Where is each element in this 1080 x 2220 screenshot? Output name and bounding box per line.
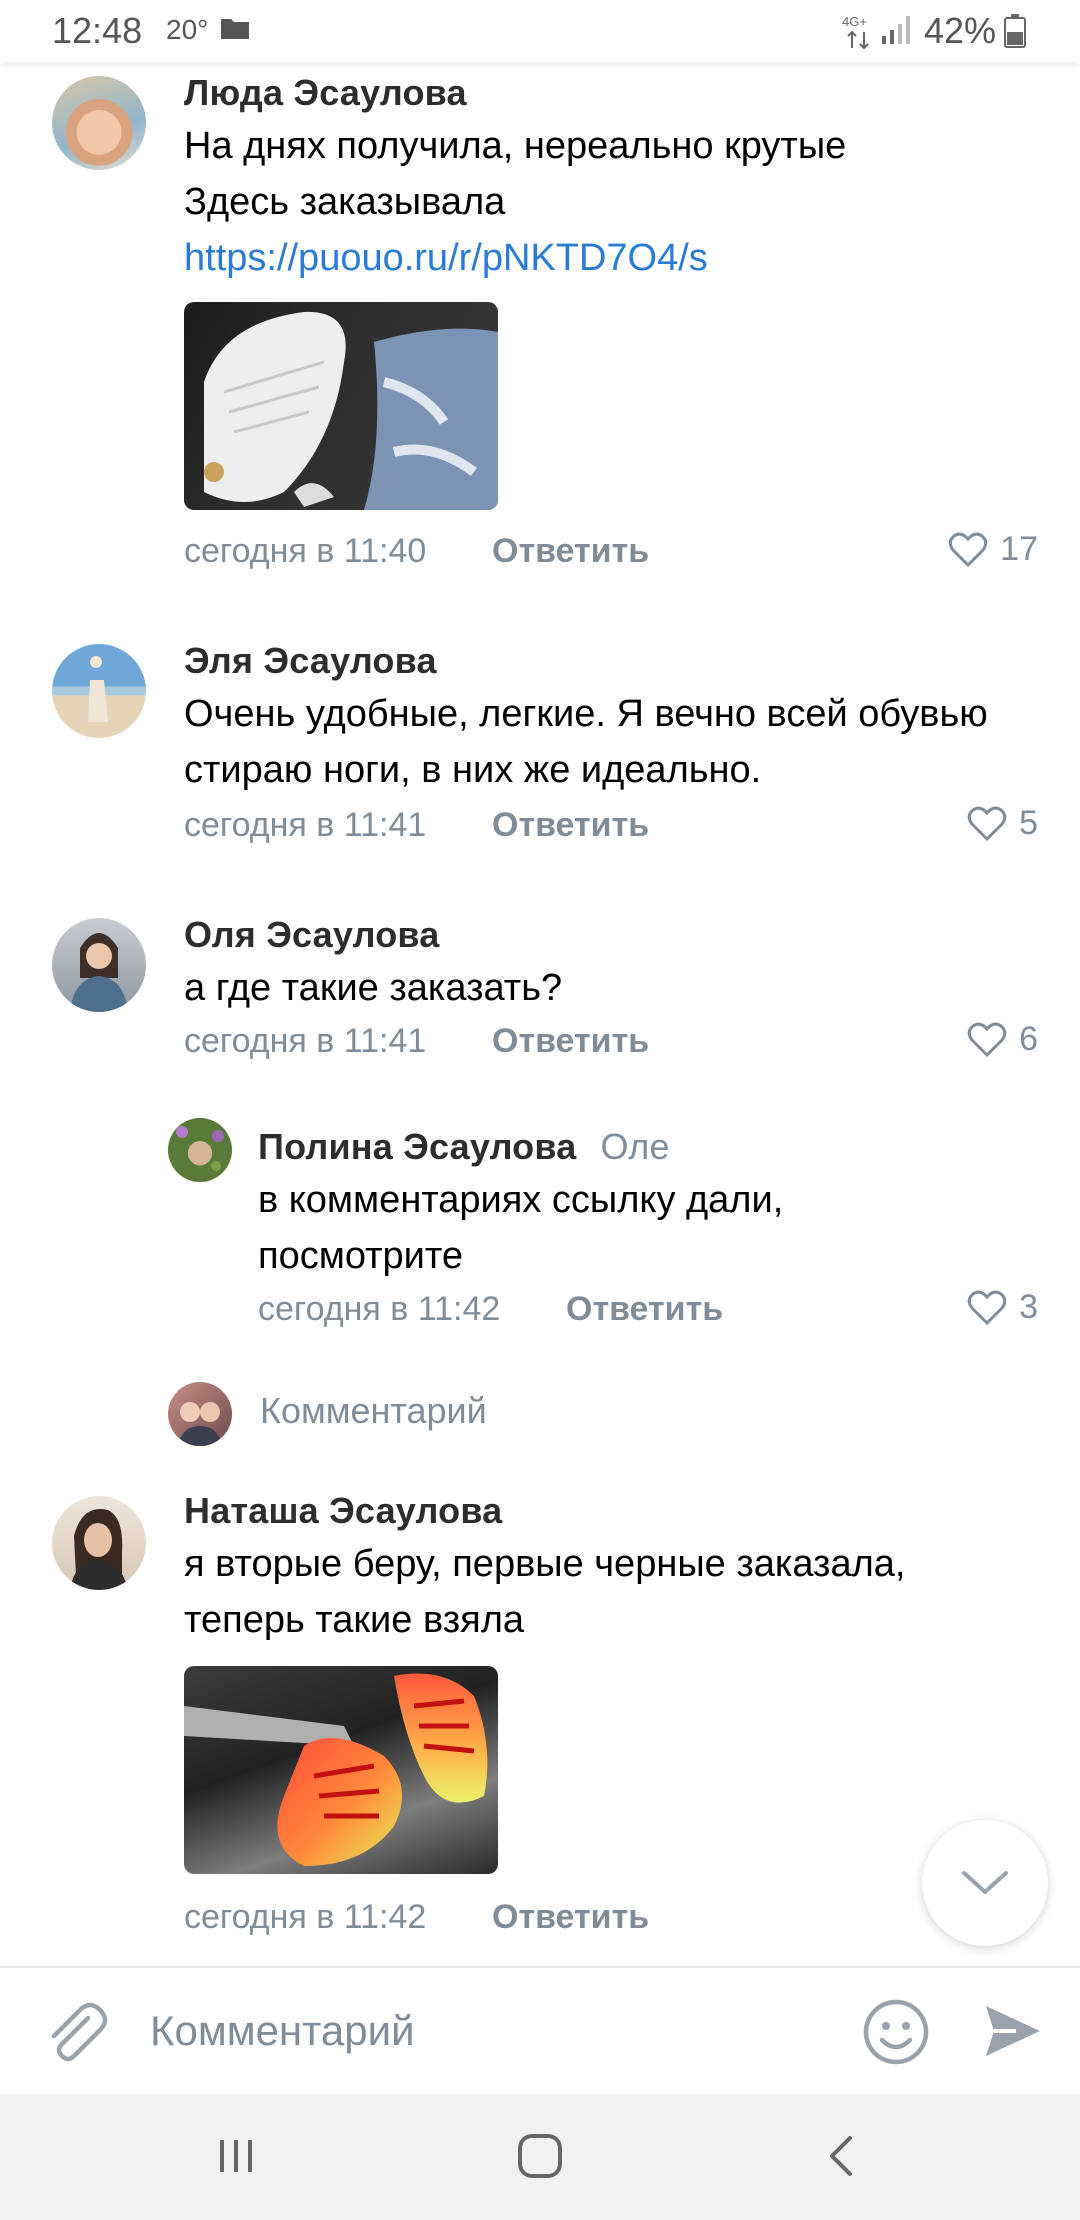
reply-button[interactable]: Ответить — [566, 1290, 723, 1329]
comment-text-prefix: Здесь заказывала — [184, 181, 506, 223]
battery-icon — [1004, 14, 1026, 48]
heart-icon — [967, 806, 1007, 841]
comment-time: сегодня в 11:40 — [184, 532, 427, 570]
send-icon[interactable] — [982, 2000, 1044, 2062]
like-count: 3 — [1019, 1288, 1038, 1326]
comment-time: сегодня в 11:41 — [184, 806, 427, 844]
comment-link[interactable]: https://puouo.ru/r/pNKTD7O4/s — [184, 237, 708, 279]
avatar[interactable] — [52, 76, 146, 170]
home-icon[interactable] — [510, 2126, 570, 2186]
avatar[interactable] — [168, 1118, 232, 1182]
folder-icon — [221, 19, 249, 39]
author-name[interactable]: Полина Эсаулова — [258, 1126, 576, 1167]
emoji-icon[interactable] — [862, 1998, 930, 2066]
like-button[interactable]: 5 — [967, 804, 1038, 843]
comment-time: сегодня в 11:41 — [184, 1022, 427, 1060]
sneaker-image — [204, 311, 498, 510]
avatar[interactable] — [52, 918, 146, 1012]
status-temperature: 20° — [166, 14, 209, 45]
signal-icon — [882, 16, 910, 44]
comment-input[interactable] — [150, 1996, 810, 2066]
comment-time: сегодня в 11:42 — [258, 1290, 501, 1328]
status-time: 12:48 — [52, 10, 143, 51]
comment-text: Очень удобные, легкие. Я вечно всей обув… — [184, 693, 988, 791]
heart-icon — [967, 1022, 1007, 1057]
thread-comment-prompt[interactable]: Комментарий — [260, 1390, 487, 1432]
comment-text: я вторые беру, первые черные заказала, т… — [184, 1543, 906, 1641]
comment-text: в комментариях ссылку дали, посмотрите — [258, 1179, 784, 1277]
comment-photo[interactable] — [184, 302, 498, 510]
comment-author[interactable]: Оля Эсаулова — [184, 914, 440, 956]
comment-text-line: На днях получила, нереально крутые — [184, 125, 847, 167]
comment-author[interactable]: Наташа Эсаулова — [184, 1490, 502, 1532]
status-bar: 12:48 20° 4G+ 42% — [0, 0, 1080, 62]
like-count: 17 — [1000, 530, 1038, 568]
avatar[interactable] — [52, 644, 146, 738]
sneaker-image — [184, 1673, 488, 1866]
heart-icon — [948, 532, 988, 567]
reply-button[interactable]: Ответить — [492, 806, 649, 845]
attach-icon[interactable] — [40, 1998, 110, 2068]
like-button[interactable]: 17 — [948, 530, 1038, 569]
reply-button[interactable]: Ответить — [492, 532, 649, 571]
battery-percent: 42% — [924, 10, 997, 51]
reply-button[interactable]: Ответить — [492, 1898, 649, 1937]
avatar[interactable] — [52, 1496, 146, 1590]
reply-button[interactable]: Ответить — [492, 1022, 649, 1061]
comment-photo[interactable] — [184, 1666, 498, 1874]
comment-author[interactable]: Полина Эсаулова Оле — [258, 1126, 670, 1168]
comment-text: На днях получила, нереально крутые Здесь… — [184, 118, 964, 286]
comment-author[interactable]: Эля Эсаулова — [184, 640, 437, 682]
like-button[interactable]: 3 — [967, 1288, 1038, 1327]
like-button[interactable]: 6 — [967, 1020, 1038, 1059]
system-navigation-bar — [0, 2094, 1080, 2220]
comment-time: сегодня в 11:42 — [184, 1898, 427, 1936]
network-icon: 4G+ — [842, 14, 869, 50]
back-icon[interactable] — [812, 2126, 872, 2186]
like-count: 5 — [1019, 804, 1038, 842]
recents-icon[interactable] — [206, 2126, 266, 2186]
chevron-down-icon — [962, 1871, 1008, 1894]
current-user-avatar — [168, 1382, 232, 1446]
reply-to[interactable]: Оле — [600, 1126, 669, 1167]
like-count: 6 — [1019, 1020, 1038, 1058]
comment-text: а где такие заказать? — [184, 967, 563, 1009]
network-label: 4G+ — [842, 14, 867, 29]
comment-input-bar — [0, 1968, 1080, 2094]
comment-author[interactable]: Люда Эсаулова — [184, 72, 467, 114]
scroll-down-button[interactable] — [922, 1820, 1048, 1946]
heart-icon — [967, 1290, 1007, 1325]
